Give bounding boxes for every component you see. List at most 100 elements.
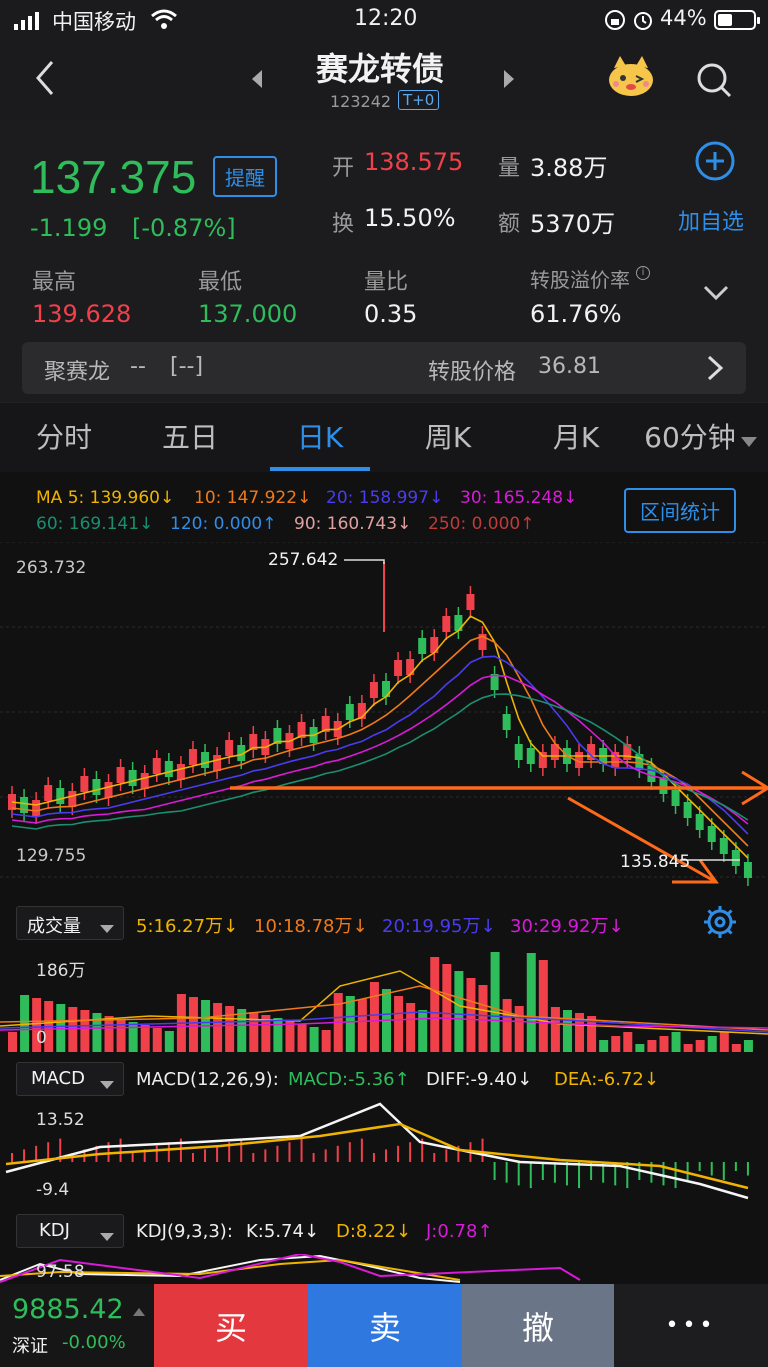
kdj-k: K:5.74↓ (246, 1221, 320, 1242)
ma250-label: 250: 0.000↑ (428, 514, 535, 534)
underlying-stock-bar[interactable]: 聚赛龙 -- [--] 转股价格 36.81 (22, 342, 746, 394)
vol-ma30: 30:29.92万↓ (510, 916, 624, 937)
kdj-selector[interactable]: KDJ (16, 1214, 124, 1248)
status-bar: 中国移动 12:20 44% (0, 0, 768, 40)
kdj-top-label: 97.58 (36, 1262, 85, 1282)
chevron-down-icon (99, 1075, 115, 1094)
candle (731, 850, 740, 866)
add-watch-label[interactable]: 加自选 (678, 204, 744, 236)
volume-bar (406, 1003, 416, 1052)
candle (152, 758, 161, 774)
volume-bar (611, 1036, 621, 1052)
candle (104, 782, 113, 798)
ma10-label: 10: 147.922↓ (194, 488, 312, 508)
prev-stock-icon[interactable] (250, 68, 264, 94)
kdj-selector-label: KDJ (39, 1220, 70, 1241)
candle (526, 748, 535, 764)
info-icon[interactable]: i (636, 266, 650, 280)
candle (683, 802, 692, 818)
tab-dropdown-icon[interactable] (740, 433, 758, 452)
add-watch-icon[interactable] (694, 140, 736, 186)
volume-selector[interactable]: 成交量 (16, 906, 124, 940)
candle (659, 778, 668, 794)
search-icon[interactable] (694, 60, 734, 104)
next-stock-icon[interactable] (502, 68, 516, 94)
tab-daily-k[interactable]: 日K (270, 403, 370, 473)
volume-bar (297, 1024, 307, 1052)
ma10-line (11, 635, 749, 847)
open-value: 138.575 (364, 148, 464, 176)
high-value: 139.628 (32, 300, 132, 328)
volume-bar (68, 1007, 78, 1052)
macd-selector[interactable]: MACD (16, 1062, 124, 1096)
volume-bar (550, 1007, 560, 1052)
volume-chart[interactable] (0, 946, 768, 1052)
volume-bar (309, 1027, 319, 1052)
vol-ratio-value: 0.35 (364, 300, 418, 328)
candle (538, 752, 547, 768)
tab-60min[interactable]: 60分钟 (640, 403, 740, 473)
tab-intraday[interactable]: 分时 (14, 403, 114, 473)
candle (116, 767, 125, 783)
vol-ma20: 20:19.95万↓ (382, 916, 496, 937)
volume-bar (249, 1012, 259, 1052)
price-change: -1.199 (30, 214, 108, 242)
volume-bar (321, 1030, 331, 1052)
mascot-icon[interactable] (606, 54, 656, 102)
volume-bar (273, 1018, 283, 1052)
ma30-label: 30: 165.248↓ (460, 488, 578, 508)
buy-button[interactable]: 买 (154, 1284, 308, 1367)
kdj-chart[interactable] (0, 1254, 768, 1284)
candle (743, 862, 752, 878)
index-change: -0.00% (62, 1332, 126, 1353)
volume-bar (695, 1040, 705, 1052)
candle (213, 755, 222, 771)
low-label: 最低 (198, 270, 243, 295)
volume-bar (707, 1036, 717, 1052)
clock: 12:20 (354, 6, 418, 31)
volume-bar (526, 953, 536, 1052)
candle (92, 779, 101, 795)
kline-low-label: 135.845 (620, 852, 691, 872)
kline-peak-label: 257.642 (268, 550, 339, 570)
vol-ratio-label: 量比 (364, 270, 409, 295)
volume-bar (502, 999, 512, 1052)
chart-area[interactable]: MA 5: 139.960↓ 10: 147.922↓ 20: 158.997↓… (0, 472, 768, 1284)
period-tabs: 分时 五日 日K 周K 月K 60分钟 (0, 402, 768, 472)
wifi-icon (150, 8, 178, 36)
cancel-order-button[interactable]: 撤 (462, 1284, 614, 1367)
volume-bar (731, 1044, 741, 1052)
candle (369, 682, 378, 698)
tab-monthly-k[interactable]: 月K (526, 403, 626, 473)
alert-button[interactable]: 提醒 (213, 156, 277, 197)
sell-button[interactable]: 卖 (308, 1284, 462, 1367)
volume-bar (514, 1006, 524, 1052)
macd-chart[interactable] (0, 1102, 768, 1204)
candle (394, 660, 403, 676)
macd-diff: DIFF:-9.40↓ (426, 1069, 533, 1090)
settings-gear-icon[interactable] (702, 904, 738, 944)
battery-percent: 44% (660, 6, 707, 30)
stock-code: 123242 (330, 92, 392, 111)
index-ticker[interactable]: 9885.42 深证 -0.00% (0, 1284, 154, 1367)
volume-bar (285, 1021, 295, 1052)
chevron-down-icon (99, 1227, 115, 1246)
expand-icon[interactable] (702, 284, 730, 306)
kline-chart[interactable] (0, 542, 768, 887)
high-label: 最高 (32, 270, 77, 295)
vol-ma10: 10:18.78万↓ (254, 916, 368, 937)
candle (128, 770, 137, 786)
volume-label: 量 (498, 156, 521, 181)
interval-stats-button[interactable]: 区间统计 (624, 488, 736, 533)
ma5-line (11, 615, 749, 859)
back-icon[interactable] (30, 58, 60, 102)
candle (671, 790, 680, 806)
rotation-lock-icon (604, 9, 626, 37)
volume-bar (418, 1010, 428, 1052)
tab-five-day[interactable]: 五日 (140, 403, 240, 473)
volume-bar (357, 999, 367, 1052)
more-button[interactable]: ••• (614, 1284, 768, 1367)
candle (80, 776, 89, 792)
macd-top-label: 13.52 (36, 1110, 85, 1130)
tab-weekly-k[interactable]: 周K (398, 403, 498, 473)
